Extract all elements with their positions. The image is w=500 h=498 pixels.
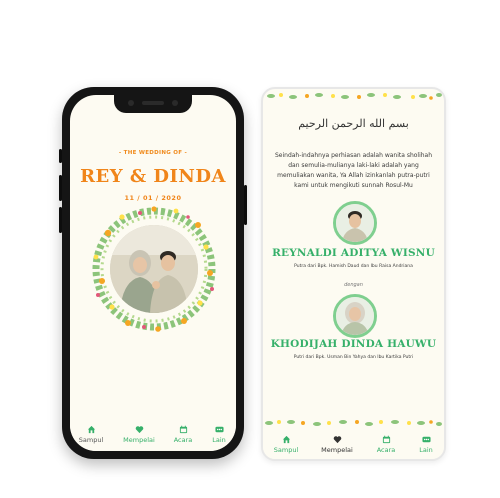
floral-wreath [88, 203, 220, 335]
groom-parents: Putra dari Bpk. Hamish Daud dan Ibu Rais… [294, 264, 413, 269]
card-nav-mempelai[interactable]: Mempelai [319, 435, 355, 454]
wedding-subtitle: - THE WEDDING OF - [118, 150, 188, 156]
nav-acara[interactable]: Acara [168, 425, 198, 444]
couple-names: REY & DINDA [80, 166, 226, 187]
card-nav-acara[interactable]: Acara [371, 435, 401, 454]
connector-text: dengan [344, 282, 363, 288]
card-bottom-nav: Sampul Mempelai Acara Lain [263, 429, 444, 459]
phone-volume-up-button [59, 175, 62, 201]
groom-avatar [333, 201, 377, 245]
top-floral-border [267, 93, 442, 100]
bride-avatar [333, 294, 377, 338]
heart-icon [333, 436, 341, 444]
heart-icon [135, 426, 143, 434]
home-icon [282, 435, 290, 444]
phone-mute-switch [59, 149, 62, 163]
card-nav-sampul[interactable]: Sampul [269, 435, 303, 454]
groom-name: REYNALDI ADITYA WISNU [272, 247, 435, 259]
more-icon [421, 436, 431, 443]
bride-name: KHODIJAH DINDA HAUWU [270, 338, 437, 350]
card-nav-lain[interactable]: Lain [413, 435, 439, 454]
phone-mockup: - THE WEDDING OF - REY & DINDA 11 / 01 /… [59, 87, 247, 459]
nav-lain-label: Lain [212, 436, 226, 444]
card-nav-mempelai-label: Mempelai [321, 446, 353, 454]
wedding-date: 11 / 01 / 2020 [124, 194, 182, 202]
bride-parents: Putri dari Bpk. Usman Bin Yahya dan Ibu … [293, 355, 414, 360]
sensor-icon [172, 100, 178, 106]
mempelai-card: بسم الله الرحمن الرحيم Seindah-indahnya … [261, 87, 446, 461]
card-nav-sampul-label: Sampul [273, 446, 299, 454]
speaker-grille [142, 101, 164, 105]
couple-illustration [110, 225, 198, 313]
phone-power-button [244, 185, 247, 225]
quote-text: Seindah-indahnya perhiasan adalah wanita… [274, 152, 433, 189]
bride-portrait [336, 297, 374, 335]
calendar-icon [179, 425, 187, 434]
card-nav-acara-label: Acara [376, 446, 396, 454]
phone-screen: - THE WEDDING OF - REY & DINDA 11 / 01 /… [70, 95, 236, 451]
nav-sampul-label: Sampul [78, 436, 104, 444]
nav-mempelai[interactable]: Mempelai [122, 425, 156, 444]
bismillah-text: بسم الله الرحمن الرحيم [298, 117, 409, 130]
calendar-icon [382, 435, 390, 444]
phone-volume-down-button [59, 207, 62, 233]
phone-bottom-nav: Sampul Mempelai Acara Lain [70, 419, 236, 451]
nav-acara-label: Acara [173, 436, 193, 444]
front-camera-icon [128, 100, 134, 106]
groom-portrait [336, 204, 374, 242]
home-icon [87, 425, 95, 434]
more-icon [214, 426, 224, 433]
nav-lain[interactable]: Lain [208, 425, 230, 444]
bottom-floral-border [265, 420, 442, 426]
nav-mempelai-label: Mempelai [123, 436, 155, 444]
phone-notch [114, 95, 192, 113]
nav-sampul[interactable]: Sampul [76, 425, 106, 444]
card-nav-lain-label: Lain [419, 446, 433, 454]
couple-photo [110, 225, 198, 313]
